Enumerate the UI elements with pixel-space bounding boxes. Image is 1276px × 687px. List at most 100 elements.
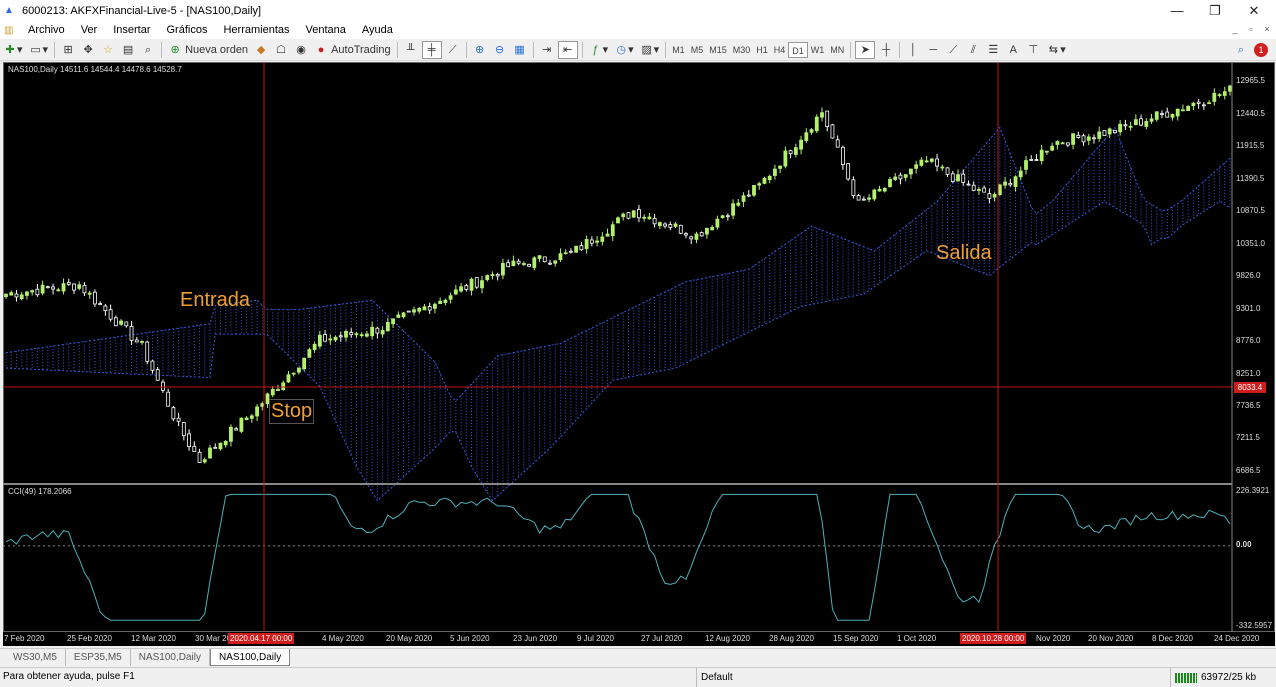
candle-body (213, 446, 218, 449)
candle-body (762, 177, 767, 184)
candle-body (317, 334, 322, 347)
time-tick: 12 Aug 2020 (705, 634, 750, 643)
candle-body (825, 110, 830, 127)
candle-body (783, 150, 788, 167)
candle-body (595, 240, 599, 243)
time-tick: 15 Sep 2020 (833, 634, 879, 643)
candle-body (1024, 160, 1028, 170)
candle-body (312, 343, 317, 350)
candle-body (961, 173, 966, 183)
candle-body (480, 280, 484, 289)
time-tick: 7 Feb 2020 (4, 634, 45, 643)
candle-body (846, 163, 851, 180)
candle-body (699, 232, 704, 237)
candle-body (1175, 108, 1180, 117)
candle-body (1128, 125, 1133, 128)
candle-body (1107, 128, 1112, 135)
candle-body (982, 187, 987, 193)
candle-body (422, 306, 427, 311)
candle-body (1055, 141, 1060, 145)
candle-body (924, 160, 929, 163)
tab-nas100-daily-active[interactable]: NAS100,Daily (209, 649, 291, 666)
time-tick: 4 May 2020 (322, 634, 364, 643)
connection-status[interactable]: 63972/25 kb (1170, 668, 1256, 687)
candle-body (72, 283, 76, 291)
candle-body (746, 194, 751, 197)
cci-tick: 0.00 (1236, 540, 1252, 549)
price-tick: 12440.5 (1236, 109, 1265, 118)
candle-body (867, 197, 871, 200)
candle-body (181, 422, 186, 437)
candle-body (1076, 134, 1081, 138)
candle-body (841, 146, 845, 165)
crosshair-time-label: 2020.04.17 00:00 (228, 633, 295, 644)
candle-body (93, 291, 97, 305)
candle-body (793, 147, 798, 155)
candle-body (234, 428, 239, 431)
candle-body (1123, 124, 1128, 127)
price-tick: 8251.0 (1236, 369, 1261, 378)
price-tick: 9301.0 (1236, 304, 1261, 313)
candle-body (621, 213, 626, 218)
exit-annotation[interactable]: Salida (936, 242, 992, 265)
candle-body (1008, 182, 1013, 186)
tab-ws30-m5[interactable]: WS30,M5 (5, 649, 66, 666)
candle-body (1102, 130, 1107, 136)
candle-body (155, 369, 160, 381)
candle-body (459, 286, 463, 292)
tab-nas100-daily[interactable]: NAS100,Daily (131, 649, 210, 666)
cloud-span-b (5, 200, 1231, 502)
candle-body (657, 222, 662, 227)
candle-body (51, 286, 55, 290)
candle-body (464, 285, 469, 290)
candle-body (553, 260, 558, 264)
candle-body (45, 286, 50, 289)
candle-body (202, 459, 207, 463)
status-profile[interactable]: Default (696, 668, 733, 687)
candle-body (1191, 102, 1196, 107)
candle-body (605, 233, 610, 237)
candle-body (966, 183, 971, 186)
candle-body (417, 307, 422, 312)
candle-body (626, 212, 631, 219)
stop-annotation[interactable]: Stop (269, 399, 315, 424)
candle-body (223, 441, 228, 446)
candle-body (851, 179, 856, 196)
candle-body (1222, 91, 1227, 96)
candle-body (950, 173, 955, 182)
candle-body (1217, 94, 1222, 97)
candle-body (297, 367, 301, 373)
candle-body (668, 224, 673, 228)
candle-body (919, 159, 924, 166)
candle-body (380, 330, 385, 335)
candle-body (584, 239, 589, 250)
candle-body (370, 326, 375, 337)
candle-body (940, 166, 945, 169)
time-axis[interactable] (3, 632, 1275, 646)
candle-body (1086, 136, 1091, 141)
candle-body (689, 236, 694, 240)
candle-body (1139, 118, 1143, 126)
candle-body (1212, 92, 1217, 102)
tab-esp35-m5[interactable]: ESP35,M5 (66, 649, 131, 666)
candle-body (799, 139, 803, 150)
candle-body (1149, 118, 1154, 122)
candle-body (642, 216, 647, 219)
crosshair-time-label: 2020.10.28 00:00 (960, 633, 1027, 644)
candle-body (715, 218, 720, 228)
candle-body (323, 334, 327, 342)
candle-body (77, 284, 82, 289)
candle-body (767, 175, 772, 181)
candle-body (694, 233, 699, 240)
candle-body (1060, 142, 1065, 145)
price-tick: 7211.5 (1236, 433, 1260, 442)
candle-body (820, 112, 824, 118)
candle-body (453, 289, 458, 295)
candle-body (516, 260, 521, 264)
candle-body (757, 183, 762, 186)
chart-canvas[interactable] (0, 0, 1276, 686)
candle-body (574, 245, 579, 253)
entry-annotation[interactable]: Entrada (180, 289, 250, 312)
candle-body (903, 174, 908, 178)
candle-body (474, 277, 479, 288)
